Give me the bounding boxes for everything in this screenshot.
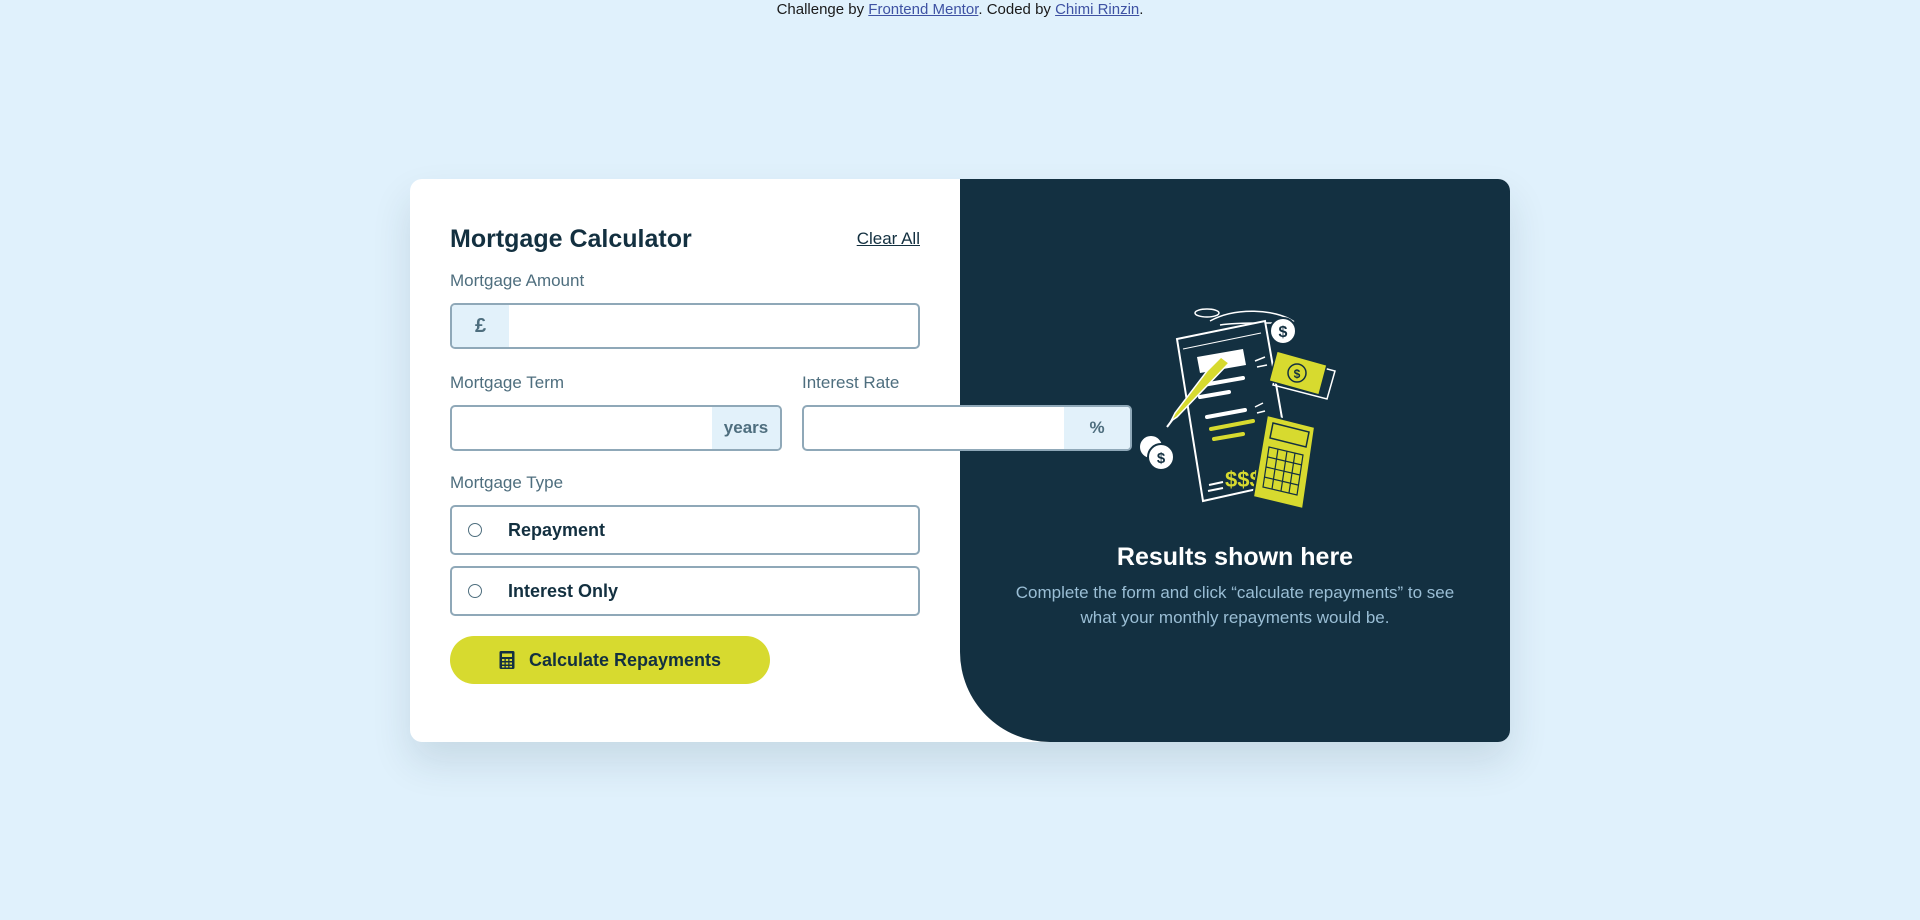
radio-button[interactable] [468,523,482,537]
interest-rate-box: % [802,405,1132,451]
attribution-prefix: Challenge by [776,1,869,18]
attribution-middle: . Coded by [978,1,1056,18]
interest-rate-label: Interest Rate [802,373,900,392]
mortgage-amount-group: Mortgage Amount £ [450,271,920,349]
term-rate-row: Mortgage Term years Interest Rate % [450,373,1132,451]
results-panel: $$$ $ $ $ Results shown here Complete th… [960,179,1510,742]
interest-rate-group: Interest Rate % [802,373,1132,451]
percent-suffix: % [1064,407,1130,449]
svg-text:$: $ [1157,450,1166,467]
svg-text:$: $ [1294,367,1301,381]
form-panel: Mortgage Calculator Clear All Mortgage A… [410,179,1132,742]
radio-label: Interest Only [508,580,619,601]
frontend-mentor-link[interactable]: Frontend Mentor [868,1,978,18]
attribution: Challenge by Frontend Mentor. Coded by C… [0,0,1920,20]
radio-option-interest-only[interactable]: Interest Only [450,566,920,616]
radio-option-repayment[interactable]: Repayment [450,505,920,555]
calculate-button-label: Calculate Repayments [528,649,722,670]
mortgage-amount-input[interactable] [509,305,918,347]
results-description: Complete the form and click “calculate r… [1015,583,1455,627]
interest-rate-input[interactable] [804,407,1064,449]
calculator-icon [499,651,515,669]
results-title: Results shown here [1116,543,1354,571]
radio-label: Repayment [508,519,606,540]
mortgage-amount-box: £ [450,303,920,349]
pound-prefix: £ [452,305,509,347]
author-link[interactable]: Chimi Rinzin [1055,1,1139,18]
calculator-illustration: $$$ $ $ $ [1138,308,1336,511]
mortgage-type-group: Mortgage Type Repayment Interest Only [450,473,920,616]
mortgage-term-box: years [450,405,782,451]
mortgage-type-label: Mortgage Type [450,473,564,492]
years-suffix: years [712,407,780,449]
form-header: Mortgage Calculator Clear All [450,219,920,259]
clear-all-button[interactable]: Clear All [857,229,920,249]
mortgage-amount-label: Mortgage Amount [450,271,585,290]
mortgage-term-label: Mortgage Term [450,373,565,392]
page-title: Mortgage Calculator [450,224,692,253]
calculate-repayments-button[interactable]: Calculate Repayments [450,636,770,684]
calculator-card: Mortgage Calculator Clear All Mortgage A… [410,179,1510,742]
svg-text:$: $ [1279,324,1288,341]
attribution-suffix: . [1139,1,1144,18]
mortgage-term-group: Mortgage Term years [450,373,782,451]
mortgage-term-input[interactable] [452,407,712,449]
radio-button[interactable] [468,584,482,598]
